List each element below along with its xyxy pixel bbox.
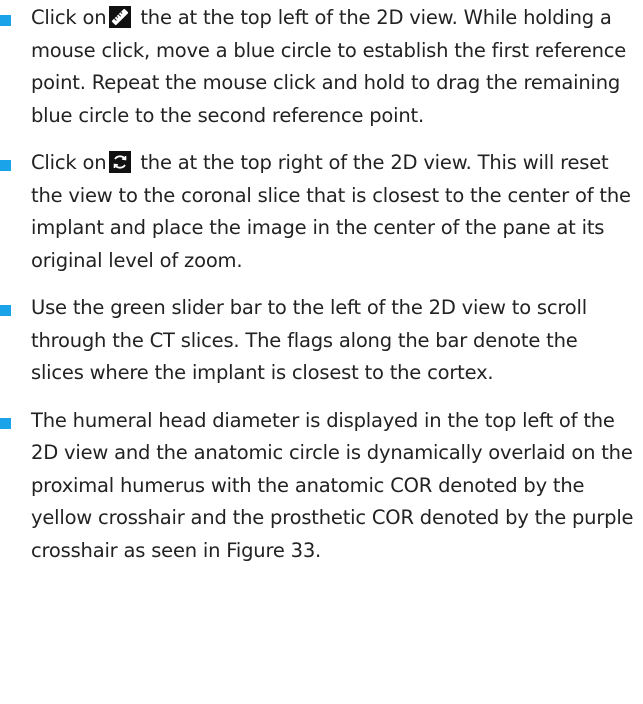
list-item-reset: Click on the at the top right of the 2D …: [0, 147, 643, 277]
instruction-text: Use the green slider bar to the left of …: [31, 296, 587, 384]
list-item-diameter: The humeral head diameter is displayed i…: [0, 405, 643, 568]
bullet-marker: [0, 15, 11, 26]
bullet-marker: [0, 160, 11, 171]
reset-view-icon: [109, 151, 132, 173]
list-item-slider: Use the green slider bar to the left of …: [0, 292, 643, 390]
instruction-text: The humeral head diameter is displayed i…: [31, 408, 634, 562]
list-item-ruler: Click on the at the top left of the 2D v…: [0, 2, 643, 132]
bullet-marker: [0, 305, 11, 316]
instruction-text: Click on the at the top right of the 2D …: [31, 147, 635, 277]
instruction-prefix: Click on: [31, 151, 107, 174]
ruler-icon: [109, 6, 132, 28]
instruction-prefix: Click on: [31, 6, 107, 29]
instruction-text: Click on the at the top left of the 2D v…: [31, 2, 635, 132]
instruction-document: Click on the at the top left of the 2D v…: [0, 0, 643, 704]
bullet-marker: [0, 417, 11, 429]
